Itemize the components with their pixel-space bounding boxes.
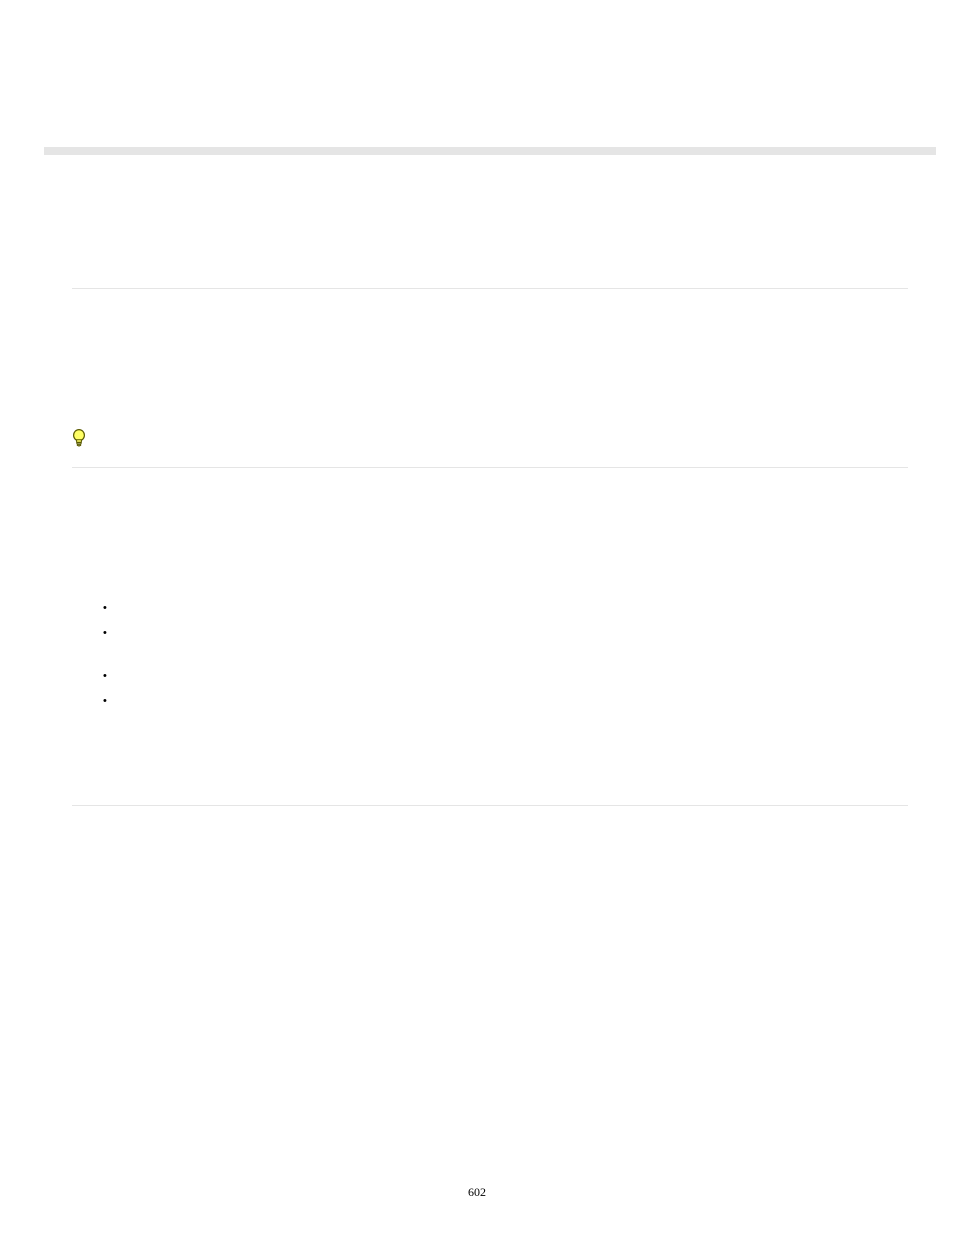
lightbulb-icon [72,429,86,448]
header-bar [44,147,936,155]
spacer [72,170,908,288]
spacer [72,719,908,805]
page-number: 602 [0,1185,954,1200]
tip-block [72,429,908,467]
bullet-list [103,601,939,719]
list-item [103,694,939,719]
document-page: 602 [0,0,954,1235]
content-area [72,170,908,806]
list-item [103,626,939,669]
list-item [103,669,939,694]
spacer [72,289,908,429]
list-item [103,601,939,626]
spacer [72,468,908,601]
horizontal-rule [72,805,908,806]
